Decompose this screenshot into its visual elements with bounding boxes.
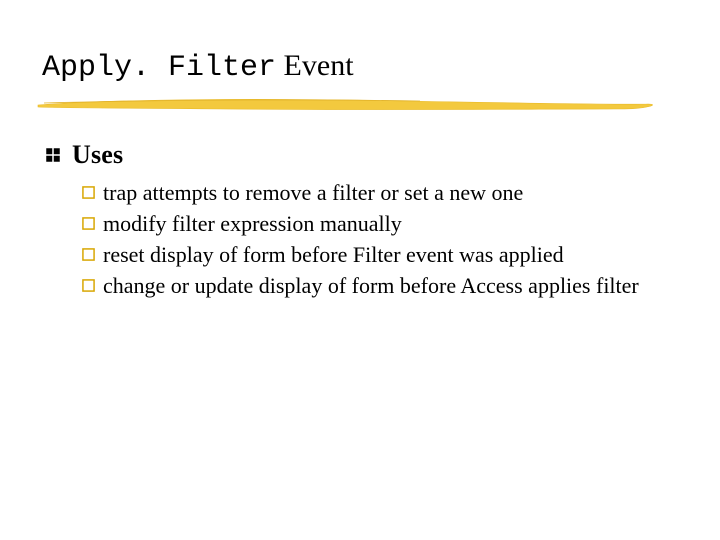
list-item-text: trap attempts to remove a filter or set … — [103, 178, 523, 207]
list-item: reset display of form before Filter even… — [82, 240, 678, 269]
box-bullet-icon — [82, 279, 95, 292]
section-heading-row: Uses — [44, 140, 678, 170]
list-item: change or update display of form before … — [82, 271, 678, 300]
slide-title: Apply. Filter Event — [42, 48, 678, 86]
list-item: trap attempts to remove a filter or set … — [82, 178, 678, 207]
box-bullet-icon — [82, 186, 95, 199]
slide: Apply. Filter Event Uses — [0, 0, 720, 300]
box-bullet-icon — [82, 217, 95, 230]
brush-stroke-icon — [0, 96, 720, 112]
list-item-text: modify filter expression manually — [103, 209, 402, 238]
list-item-text: reset display of form before Filter even… — [103, 240, 564, 269]
title-mono: Apply. Filter — [42, 51, 276, 85]
list-item-text: change or update display of form before … — [103, 271, 639, 300]
section-heading: Uses — [72, 140, 123, 170]
list-item: modify filter expression manually — [82, 209, 678, 238]
title-rest: Event — [276, 49, 353, 82]
title-underline — [0, 96, 720, 112]
wingding-bullet-icon — [44, 146, 62, 164]
content: Uses trap attempts to remove a filter or… — [42, 140, 678, 300]
sub-list: trap attempts to remove a filter or set … — [44, 178, 678, 300]
box-bullet-icon — [82, 248, 95, 261]
